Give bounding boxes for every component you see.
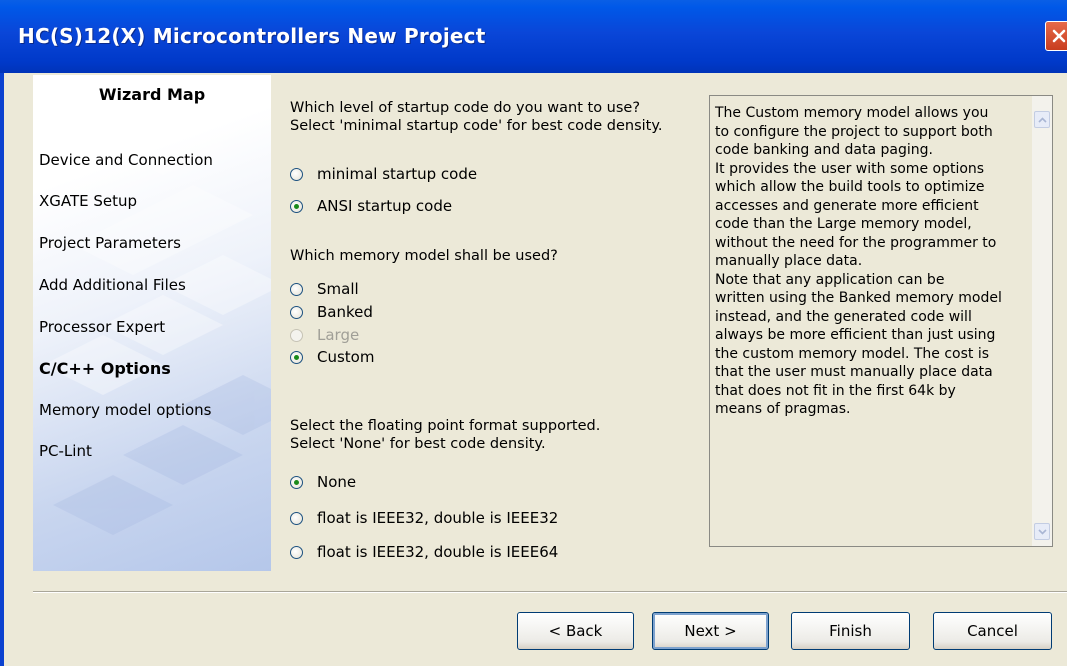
radio-label: minimal startup code bbox=[317, 165, 478, 183]
wizard-step-project-parameters: Project Parameters bbox=[39, 234, 181, 252]
radio-large: Large bbox=[290, 325, 359, 345]
window-title: HC(S)12(X) Microcontrollers New Project bbox=[18, 24, 486, 48]
radio-ansi-startup-code[interactable]: ANSI startup code bbox=[290, 196, 452, 216]
description-box[interactable]: The Custom memory model allows you to co… bbox=[709, 95, 1053, 547]
memory-model-question: Which memory model shall be used? bbox=[290, 248, 558, 264]
wizard-step-pc-lint: PC-Lint bbox=[39, 442, 92, 460]
wizard-step-xgate-setup: XGATE Setup bbox=[39, 192, 138, 210]
radio-label: float is IEEE32, double is IEEE32 bbox=[317, 509, 559, 527]
startup-question: Which level of startup code do you want … bbox=[290, 100, 641, 116]
radio-label: Large bbox=[317, 326, 360, 344]
wizard-step-processor-expert: Processor Expert bbox=[39, 318, 166, 336]
radio-button[interactable] bbox=[290, 545, 303, 559]
title-bar: HC(S)12(X) Microcontrollers New Project bbox=[0, 0, 1067, 73]
scroll-down-button[interactable] bbox=[1034, 523, 1050, 540]
radio-label: Banked bbox=[317, 303, 373, 321]
radio-button[interactable] bbox=[290, 305, 303, 319]
radio-button[interactable] bbox=[290, 511, 303, 525]
wizard-step-add-additional-files: Add Additional Files bbox=[39, 276, 186, 294]
cancel-button[interactable]: Cancel bbox=[933, 612, 1052, 650]
next-button[interactable]: Next > bbox=[652, 612, 769, 650]
radio-banked[interactable]: Banked bbox=[290, 302, 373, 322]
wizard-map-panel: Wizard Map Device and Connection XGATE S… bbox=[33, 75, 271, 571]
radio-label: Custom bbox=[317, 348, 375, 366]
radio-button[interactable] bbox=[290, 350, 303, 364]
radio-fp-none[interactable]: None bbox=[290, 472, 356, 492]
radio-button[interactable] bbox=[290, 167, 303, 181]
wizard-step-cpp-options: C/C++ Options bbox=[39, 359, 171, 378]
arrow-down-icon bbox=[1037, 528, 1047, 535]
description-text: The Custom memory model allows you to co… bbox=[715, 105, 1002, 417]
scroll-up-button[interactable] bbox=[1034, 111, 1050, 128]
startup-hint: Select 'minimal startup code' for best c… bbox=[290, 118, 663, 134]
radio-label: float is IEEE32, double is IEEE64 bbox=[317, 543, 559, 561]
radio-small[interactable]: Small bbox=[290, 279, 359, 299]
radio-button[interactable] bbox=[290, 199, 303, 213]
floating-point-question: Select the floating point format support… bbox=[290, 418, 601, 434]
radio-button[interactable] bbox=[290, 475, 303, 489]
radio-label: None bbox=[317, 473, 357, 491]
arrow-up-icon bbox=[1037, 116, 1047, 123]
wizard-map-title: Wizard Map bbox=[98, 85, 206, 104]
close-icon bbox=[1052, 29, 1066, 43]
radio-label: Small bbox=[317, 280, 359, 298]
new-project-dialog: HC(S)12(X) Microcontrollers New Project bbox=[0, 0, 1067, 666]
finish-button[interactable]: Finish bbox=[791, 612, 910, 650]
radio-custom[interactable]: Custom bbox=[290, 347, 374, 367]
separator bbox=[33, 591, 1067, 593]
wizard-step-device-and-connection: Device and Connection bbox=[39, 151, 213, 169]
description-scrollbar[interactable] bbox=[1032, 96, 1052, 546]
radio-minimal-startup-code[interactable]: minimal startup code bbox=[290, 164, 477, 184]
radio-button[interactable] bbox=[290, 282, 303, 296]
radio-fp-ieee32-ieee64[interactable]: float is IEEE32, double is IEEE64 bbox=[290, 542, 558, 562]
radio-button bbox=[290, 328, 303, 342]
radio-label: ANSI startup code bbox=[317, 197, 453, 215]
wizard-step-memory-model-options: Memory model options bbox=[39, 401, 212, 419]
window-frame bbox=[0, 73, 4, 666]
close-button[interactable] bbox=[1045, 21, 1067, 51]
back-button[interactable]: < Back bbox=[517, 612, 634, 650]
radio-fp-ieee32-ieee32[interactable]: float is IEEE32, double is IEEE32 bbox=[290, 508, 558, 528]
floating-point-hint: Select 'None' for best code density. bbox=[290, 436, 546, 452]
